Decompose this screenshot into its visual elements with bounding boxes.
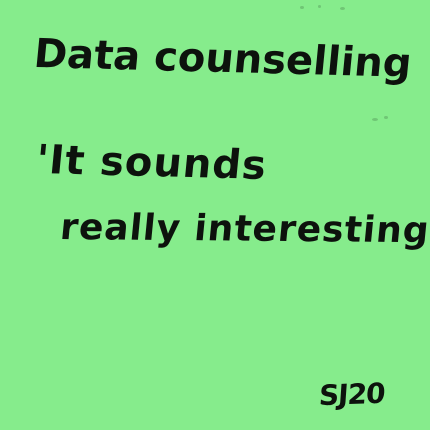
paper-speck <box>384 116 388 119</box>
quote-line-2: really interesting' <box>58 207 430 252</box>
paper-speck <box>300 6 304 9</box>
paper-speck <box>340 7 345 10</box>
signature: SJ20 <box>317 376 386 413</box>
note-title: Data counselling <box>31 31 414 87</box>
sticky-note: Data counselling 'It sounds really inter… <box>0 0 430 430</box>
quote-line-1: 'It sounds <box>33 137 270 189</box>
paper-speck <box>372 118 378 121</box>
paper-speck <box>318 5 321 8</box>
